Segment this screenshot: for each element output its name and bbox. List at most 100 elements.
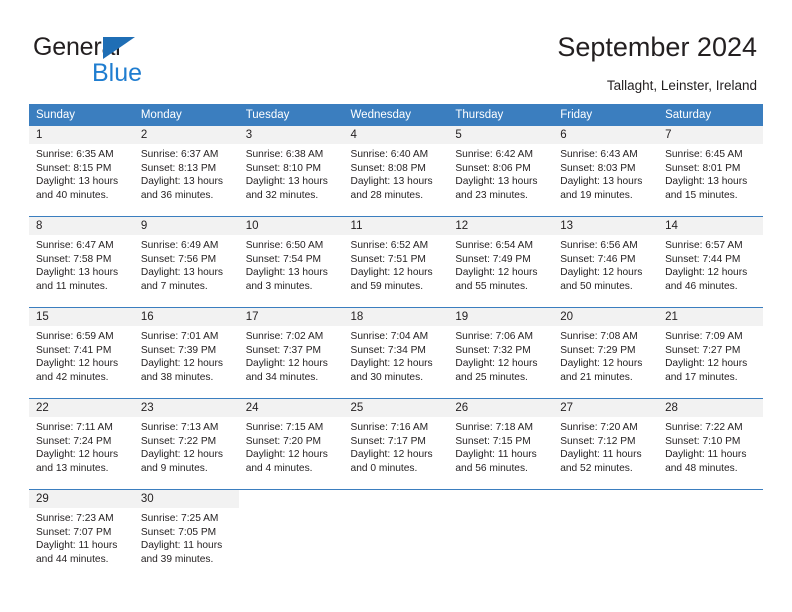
- day-cell-inner: 4 Sunrise: 6:40 AM Sunset: 8:08 PM Daylight…: [343, 126, 449, 216]
- calendar-day-cell[interactable]: 20 Sunrise: 7:08 AM Sunset: 7:29 PM Dayligh…: [553, 307, 659, 399]
- day-detail-sunset: Sunset: 8:08 PM: [350, 162, 426, 174]
- day-detail-sunset: Sunset: 7:15 PM: [455, 435, 531, 447]
- calendar-day-cell[interactable]: 19 Sunrise: 7:06 AM Sunset: 7:32 PM Dayligh…: [448, 307, 554, 399]
- calendar-day-cell[interactable]: 8 Sunrise: 6:47 AM Sunset: 7:58 PM Daylight…: [29, 216, 134, 308]
- calendar-day-cell[interactable]: 27 Sunrise: 7:20 AM Sunset: 7:12 PM Dayligh…: [553, 398, 659, 490]
- calendar-day-cell[interactable]: 18 Sunrise: 7:04 AM Sunset: 7:34 PM Dayligh…: [343, 307, 449, 399]
- day-detail-sunrise: Sunrise: 6:37 AM: [140, 149, 219, 160]
- day-detail-sunrise: Sunrise: 7:13 AM: [140, 422, 219, 433]
- day-detail-sunset: Sunset: 7:17 PM: [350, 435, 426, 447]
- day-detail-daylight-line2: and 4 minutes.: [245, 462, 313, 474]
- calendar-day-cell[interactable]: 30 Sunrise: 7:25 AM Sunset: 7:05 PM Dayligh…: [133, 489, 239, 580]
- calendar-day-cell[interactable]: 6 Sunrise: 6:43 AM Sunset: 8:03 PM Daylight…: [553, 126, 659, 217]
- day-number: [343, 490, 449, 508]
- calendar-day-cell[interactable]: 26 Sunrise: 7:18 AM Sunset: 7:15 PM Dayligh…: [448, 398, 554, 490]
- calendar-day-cell[interactable]: 9 Sunrise: 6:49 AM Sunset: 7:56 PM Daylight…: [133, 216, 239, 308]
- calendar-day-cell[interactable]: 21 Sunrise: 7:09 AM Sunset: 7:27 PM Dayligh…: [658, 307, 763, 399]
- day-number: 17: [238, 308, 344, 326]
- day-number: [553, 490, 659, 508]
- day-detail-daylight-line1: Daylight: 12 hours: [560, 267, 643, 279]
- day-number: 7: [658, 126, 763, 144]
- day-detail-daylight-line2: and 50 minutes.: [560, 280, 633, 292]
- day-number: 6: [553, 126, 659, 144]
- day-number: 25: [343, 399, 449, 417]
- calendar-day-cell[interactable]: 17 Sunrise: 7:02 AM Sunset: 7:37 PM Dayligh…: [238, 307, 344, 399]
- calendar-day-cell[interactable]: 15 Sunrise: 6:59 AM Sunset: 7:41 PM Dayligh…: [29, 307, 134, 399]
- day-details: Sunrise: 7:15 AM Sunset: 7:20 PM Daylight:…: [239, 417, 344, 475]
- calendar-day-cell[interactable]: 14 Sunrise: 6:57 AM Sunset: 7:44 PM Dayligh…: [658, 216, 763, 308]
- day-number: 29: [29, 490, 134, 508]
- page-subtitle-location: Tallaght, Leinster, Ireland: [606, 78, 757, 93]
- day-cell-inner: [343, 490, 449, 580]
- general-blue-logo[interactable]: General Blue: [33, 33, 233, 87]
- calendar-day-cell[interactable]: 5 Sunrise: 6:42 AM Sunset: 8:06 PM Daylight…: [448, 126, 554, 217]
- day-number: 3: [238, 126, 344, 144]
- day-detail-daylight-line2: and 11 minutes.: [36, 280, 108, 292]
- weekday-header-thursday: Thursday: [448, 104, 554, 126]
- day-detail-daylight-line2: and 23 minutes.: [455, 189, 528, 201]
- day-number: [658, 490, 763, 508]
- calendar-day-cell[interactable]: 11 Sunrise: 6:52 AM Sunset: 7:51 PM Dayligh…: [343, 216, 449, 308]
- day-detail-sunrise: Sunrise: 7:23 AM: [36, 513, 114, 524]
- day-cell-inner: 28 Sunrise: 7:22 AM Sunset: 7:10 PM Dayligh…: [658, 399, 763, 489]
- day-number: 9: [133, 217, 239, 235]
- day-detail-daylight-line1: Daylight: 13 hours: [665, 176, 748, 188]
- day-detail-daylight-line1: Daylight: 12 hours: [36, 449, 119, 461]
- day-detail-sunset: Sunset: 7:51 PM: [350, 253, 426, 265]
- day-detail-sunrise: Sunrise: 6:40 AM: [350, 149, 429, 160]
- day-detail-daylight-line1: Daylight: 13 hours: [245, 176, 328, 188]
- calendar-day-cell[interactable]: 29 Sunrise: 7:23 AM Sunset: 7:07 PM Dayligh…: [29, 489, 134, 580]
- day-detail-daylight-line2: and 3 minutes.: [245, 280, 313, 292]
- day-cell-inner: 16 Sunrise: 7:01 AM Sunset: 7:39 PM Dayligh…: [133, 308, 239, 398]
- calendar-day-cell[interactable]: 4 Sunrise: 6:40 AM Sunset: 8:08 PM Daylight…: [343, 126, 449, 217]
- calendar-day-cell[interactable]: 13 Sunrise: 6:56 AM Sunset: 7:46 PM Dayligh…: [553, 216, 659, 308]
- day-details: Sunrise: 6:40 AM Sunset: 8:08 PM Daylight:…: [344, 144, 449, 202]
- calendar-day-cell[interactable]: 24 Sunrise: 7:15 AM Sunset: 7:20 PM Dayligh…: [238, 398, 344, 490]
- day-details: [344, 508, 449, 512]
- day-number: 14: [658, 217, 763, 235]
- day-detail-daylight-line1: Daylight: 13 hours: [140, 267, 223, 279]
- day-detail-daylight-line2: and 59 minutes.: [350, 280, 424, 292]
- calendar-day-cell[interactable]: 1 Sunrise: 6:35 AM Sunset: 8:15 PM Daylight…: [29, 126, 134, 217]
- day-detail-sunrise: Sunrise: 6:35 AM: [36, 149, 114, 160]
- day-detail-sunrise: Sunrise: 6:57 AM: [665, 240, 743, 251]
- day-cell-inner: 19 Sunrise: 7:06 AM Sunset: 7:32 PM Dayligh…: [448, 308, 554, 398]
- day-cell-inner: 8 Sunrise: 6:47 AM Sunset: 7:58 PM Daylight…: [29, 217, 134, 307]
- day-detail-sunset: Sunset: 7:05 PM: [140, 526, 217, 538]
- calendar-day-cell[interactable]: 2 Sunrise: 6:37 AM Sunset: 8:13 PM Daylight…: [133, 126, 239, 217]
- calendar-day-cell[interactable]: 28 Sunrise: 7:22 AM Sunset: 7:10 PM Dayligh…: [658, 398, 763, 490]
- calendar-day-cell[interactable]: 10 Sunrise: 6:50 AM Sunset: 7:54 PM Dayligh…: [238, 216, 344, 308]
- day-details: [553, 508, 658, 512]
- calendar-day-cell[interactable]: 25 Sunrise: 7:16 AM Sunset: 7:17 PM Dayligh…: [343, 398, 449, 490]
- day-detail-sunrise: Sunrise: 6:49 AM: [140, 240, 219, 251]
- calendar-day-cell[interactable]: 16 Sunrise: 7:01 AM Sunset: 7:39 PM Dayligh…: [133, 307, 239, 399]
- day-number: 22: [29, 399, 134, 417]
- calendar-day-cell[interactable]: 7 Sunrise: 6:45 AM Sunset: 8:01 PM Daylight…: [658, 126, 763, 217]
- day-detail-sunset: Sunset: 7:41 PM: [36, 344, 112, 356]
- calendar-day-cell[interactable]: 23 Sunrise: 7:13 AM Sunset: 7:22 PM Dayligh…: [133, 398, 239, 490]
- day-detail-sunrise: Sunrise: 6:45 AM: [665, 149, 743, 160]
- calendar-day-cell[interactable]: 12 Sunrise: 6:54 AM Sunset: 7:49 PM Dayligh…: [448, 216, 554, 308]
- day-details: Sunrise: 7:04 AM Sunset: 7:34 PM Daylight:…: [344, 326, 449, 384]
- weekday-header-sunday: Sunday: [29, 104, 134, 126]
- day-detail-daylight-line2: and 0 minutes.: [350, 462, 418, 474]
- day-detail-daylight-line2: and 32 minutes.: [245, 189, 319, 201]
- calendar-day-cell[interactable]: 22 Sunrise: 7:11 AM Sunset: 7:24 PM Dayligh…: [29, 398, 134, 490]
- day-details: Sunrise: 7:16 AM Sunset: 7:17 PM Daylight:…: [344, 417, 449, 475]
- day-details: Sunrise: 6:57 AM Sunset: 7:44 PM Daylight:…: [658, 235, 763, 293]
- day-detail-daylight-line2: and 25 minutes.: [455, 371, 528, 383]
- day-number: 24: [238, 399, 344, 417]
- day-details: Sunrise: 7:08 AM Sunset: 7:29 PM Daylight:…: [553, 326, 658, 384]
- calendar-header-row: Sunday Monday Tuesday Wednesday Thursday…: [29, 104, 763, 126]
- day-detail-sunrise: Sunrise: 7:02 AM: [245, 331, 324, 342]
- day-number: 2: [133, 126, 239, 144]
- calendar-day-cell[interactable]: 3 Sunrise: 6:38 AM Sunset: 8:10 PM Daylight…: [238, 126, 344, 217]
- day-details: Sunrise: 6:59 AM Sunset: 7:41 PM Daylight:…: [29, 326, 134, 384]
- calendar-grid: Sunday Monday Tuesday Wednesday Thursday…: [29, 104, 763, 580]
- day-detail-daylight-line1: Daylight: 13 hours: [455, 176, 538, 188]
- calendar-day-cell-empty: [343, 489, 449, 580]
- day-detail-sunset: Sunset: 7:34 PM: [350, 344, 426, 356]
- day-detail-daylight-line1: Daylight: 12 hours: [140, 358, 223, 370]
- day-number: 21: [658, 308, 763, 326]
- day-detail-sunset: Sunset: 7:58 PM: [36, 253, 112, 265]
